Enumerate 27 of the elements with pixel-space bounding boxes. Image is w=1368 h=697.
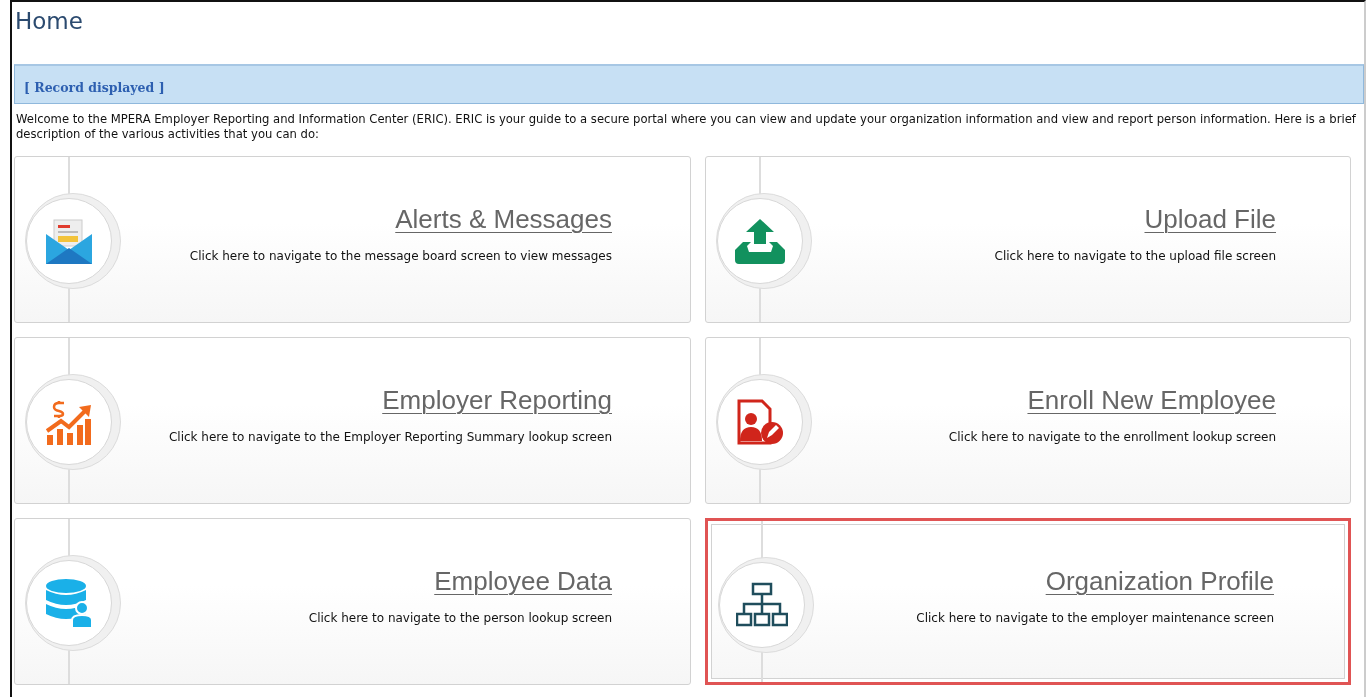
envelope-icon [44, 218, 94, 264]
growth-chart-icon [45, 399, 93, 445]
tile-title[interactable]: Enroll New Employee [1027, 385, 1276, 416]
tile-description: Click here to navigate to the Employer Reporting Summary lookup screen [168, 430, 612, 444]
org-chart-icon [736, 582, 788, 628]
upload-icon [733, 218, 787, 264]
tile-description: Click here to navigate to the message board screen to view messages [189, 249, 612, 263]
person-document-icon [736, 399, 784, 445]
tile-title[interactable]: Employee Data [434, 566, 612, 597]
tile-description: Click here to navigate to the employer maintenance screen [916, 611, 1274, 625]
tile-description: Click here to navigate to the enrollment lookup screen [948, 430, 1276, 444]
intro-text: Welcome to the MPERA Employer Reporting and Information Center (ERIC). ERIC is your guide to a secure portal where you can view and update your organization information and view and report person information. Here is a brief description of the various activities that you can do: [16, 112, 1357, 142]
page-title: Home [14, 8, 84, 36]
navigation-tile[interactable]: Alerts & Messages Click here to navigate to the message board screen to view messages [14, 156, 691, 323]
tile-description: Click here to navigate to the person lookup screen [308, 611, 612, 625]
navigation-tile[interactable]: Enroll New Employee Click here to navigate to the enrollment lookup screen [705, 337, 1351, 504]
tile-title[interactable]: Organization Profile [1045, 566, 1274, 597]
navigation-tile[interactable]: Employee Data Click here to navigate to the person lookup screen [14, 518, 691, 685]
tile-description: Click here to navigate to the upload file screen [994, 249, 1276, 263]
navigation-tile[interactable]: Upload File Click here to navigate to the upload file screen [705, 156, 1351, 323]
tile-title[interactable]: Alerts & Messages [395, 204, 612, 235]
database-user-icon [44, 578, 94, 628]
navigation-tile[interactable]: Organization Profile Click here to navigate to the employer maintenance screen [705, 518, 1351, 685]
tile-title[interactable]: Upload File [1144, 204, 1276, 235]
navigation-tile[interactable]: Employer Reporting Click here to navigate to the Employer Reporting Summary lookup screen [14, 337, 691, 504]
record-status: [ Record displayed ] [24, 80, 165, 95]
tile-title[interactable]: Employer Reporting [382, 385, 612, 416]
